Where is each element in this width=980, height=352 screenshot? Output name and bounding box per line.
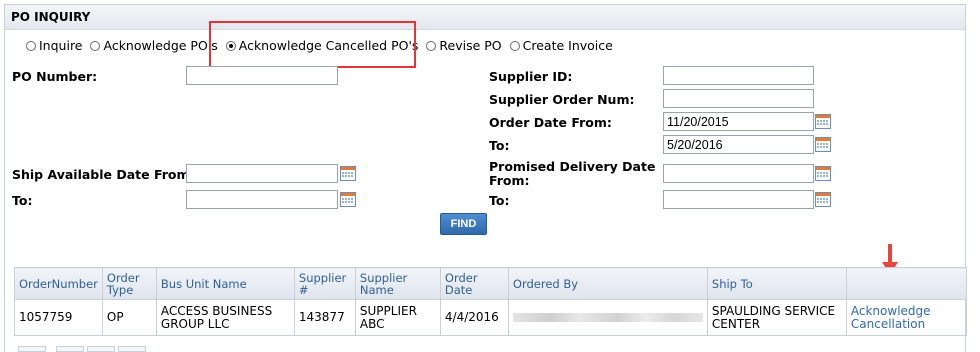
radio-revise-po[interactable]: Revise PO: [426, 38, 502, 53]
order-date-to-input[interactable]: [663, 135, 814, 154]
column-header-order-number[interactable]: OrderNumber: [14, 267, 103, 300]
radio-button-icon[interactable]: [26, 41, 36, 51]
cell-supplier-name: SUPPLIER ABC: [354, 299, 441, 336]
radio-button-icon[interactable]: [509, 41, 520, 51]
ship-available-from-label: Ship Available Date From:: [12, 167, 195, 182]
pager-button[interactable]: [118, 346, 146, 352]
find-button[interactable]: FIND: [440, 213, 487, 235]
annotation-highlight-box: [209, 21, 416, 68]
redacted-text: [512, 313, 703, 322]
promised-delivery-from-label: Promised Delivery Date From:: [489, 159, 656, 188]
supplier-order-num-input[interactable]: [663, 89, 814, 108]
cell-supplier-number: 143877: [293, 299, 356, 336]
po-number-label: PO Number:: [12, 69, 98, 84]
supplier-id-label: Supplier ID:: [489, 69, 573, 84]
panel-title: PO INQUIRY: [11, 10, 91, 24]
pager-button[interactable]: [18, 346, 46, 352]
radio-create-invoice[interactable]: Create Invoice: [509, 38, 613, 53]
cell-order-number: 1057759: [14, 299, 103, 336]
cell-ordered-by-redacted: [507, 299, 708, 336]
po-number-input[interactable]: [186, 66, 338, 85]
pager-button[interactable]: [87, 346, 115, 352]
column-header-ordered-by[interactable]: Ordered By: [507, 267, 708, 300]
panel-header: PO INQUIRY: [5, 5, 965, 30]
order-date-from-label: Order Date From:: [489, 115, 612, 130]
order-date-from-input[interactable]: [663, 112, 814, 131]
table-header-row: OrderNumber Order Type Bus Unit Name Supp…: [14, 267, 967, 300]
radio-inquire[interactable]: Inquire: [26, 38, 83, 53]
column-header-order-date[interactable]: Order Date: [439, 267, 509, 300]
column-header-supplier-number[interactable]: Supplier #: [293, 267, 356, 300]
promised-delivery-to-input[interactable]: [663, 190, 814, 209]
calendar-icon[interactable]: [815, 166, 831, 181]
cell-bus-unit-name: ACCESS BUSINESS GROUP LLC: [155, 299, 295, 336]
acknowledge-cancellation-link[interactable]: Acknowledge Cancellation: [845, 299, 967, 336]
cell-ship-to: SPAULDING SERVICE CENTER: [706, 299, 847, 336]
column-header-supplier-name[interactable]: Supplier Name: [354, 267, 441, 300]
calendar-icon[interactable]: [340, 192, 356, 207]
pager-button[interactable]: [56, 346, 84, 352]
ship-available-to-label: To:: [12, 193, 33, 208]
calendar-icon[interactable]: [815, 192, 831, 207]
supplier-order-num-label: Supplier Order Num:: [489, 92, 635, 107]
radio-acknowledge-pos[interactable]: Acknowledge PO's: [90, 38, 218, 53]
order-date-to-label: To:: [489, 138, 510, 153]
calendar-icon[interactable]: [815, 114, 831, 129]
radio-button-icon[interactable]: [90, 41, 101, 51]
ship-available-to-input[interactable]: [186, 190, 338, 209]
calendar-icon[interactable]: [340, 166, 356, 181]
results-table: OrderNumber Order Type Bus Unit Name Supp…: [14, 267, 967, 336]
column-header-bus-unit-name[interactable]: Bus Unit Name: [155, 267, 295, 300]
radio-button-icon[interactable]: [426, 41, 437, 51]
supplier-id-input[interactable]: [663, 66, 814, 85]
promised-delivery-to-label: To:: [489, 193, 510, 208]
cell-order-type: OP: [101, 299, 157, 336]
ship-available-from-input[interactable]: [186, 164, 338, 183]
column-header-ship-to[interactable]: Ship To: [706, 267, 847, 300]
calendar-icon[interactable]: [815, 137, 831, 152]
column-header-action: [845, 267, 967, 300]
cell-order-date: 4/4/2016: [439, 299, 509, 336]
table-row: 1057759 OP ACCESS BUSINESS GROUP LLC 1438…: [14, 299, 967, 336]
column-header-order-type[interactable]: Order Type: [101, 267, 157, 300]
promised-delivery-from-input[interactable]: [663, 164, 814, 183]
